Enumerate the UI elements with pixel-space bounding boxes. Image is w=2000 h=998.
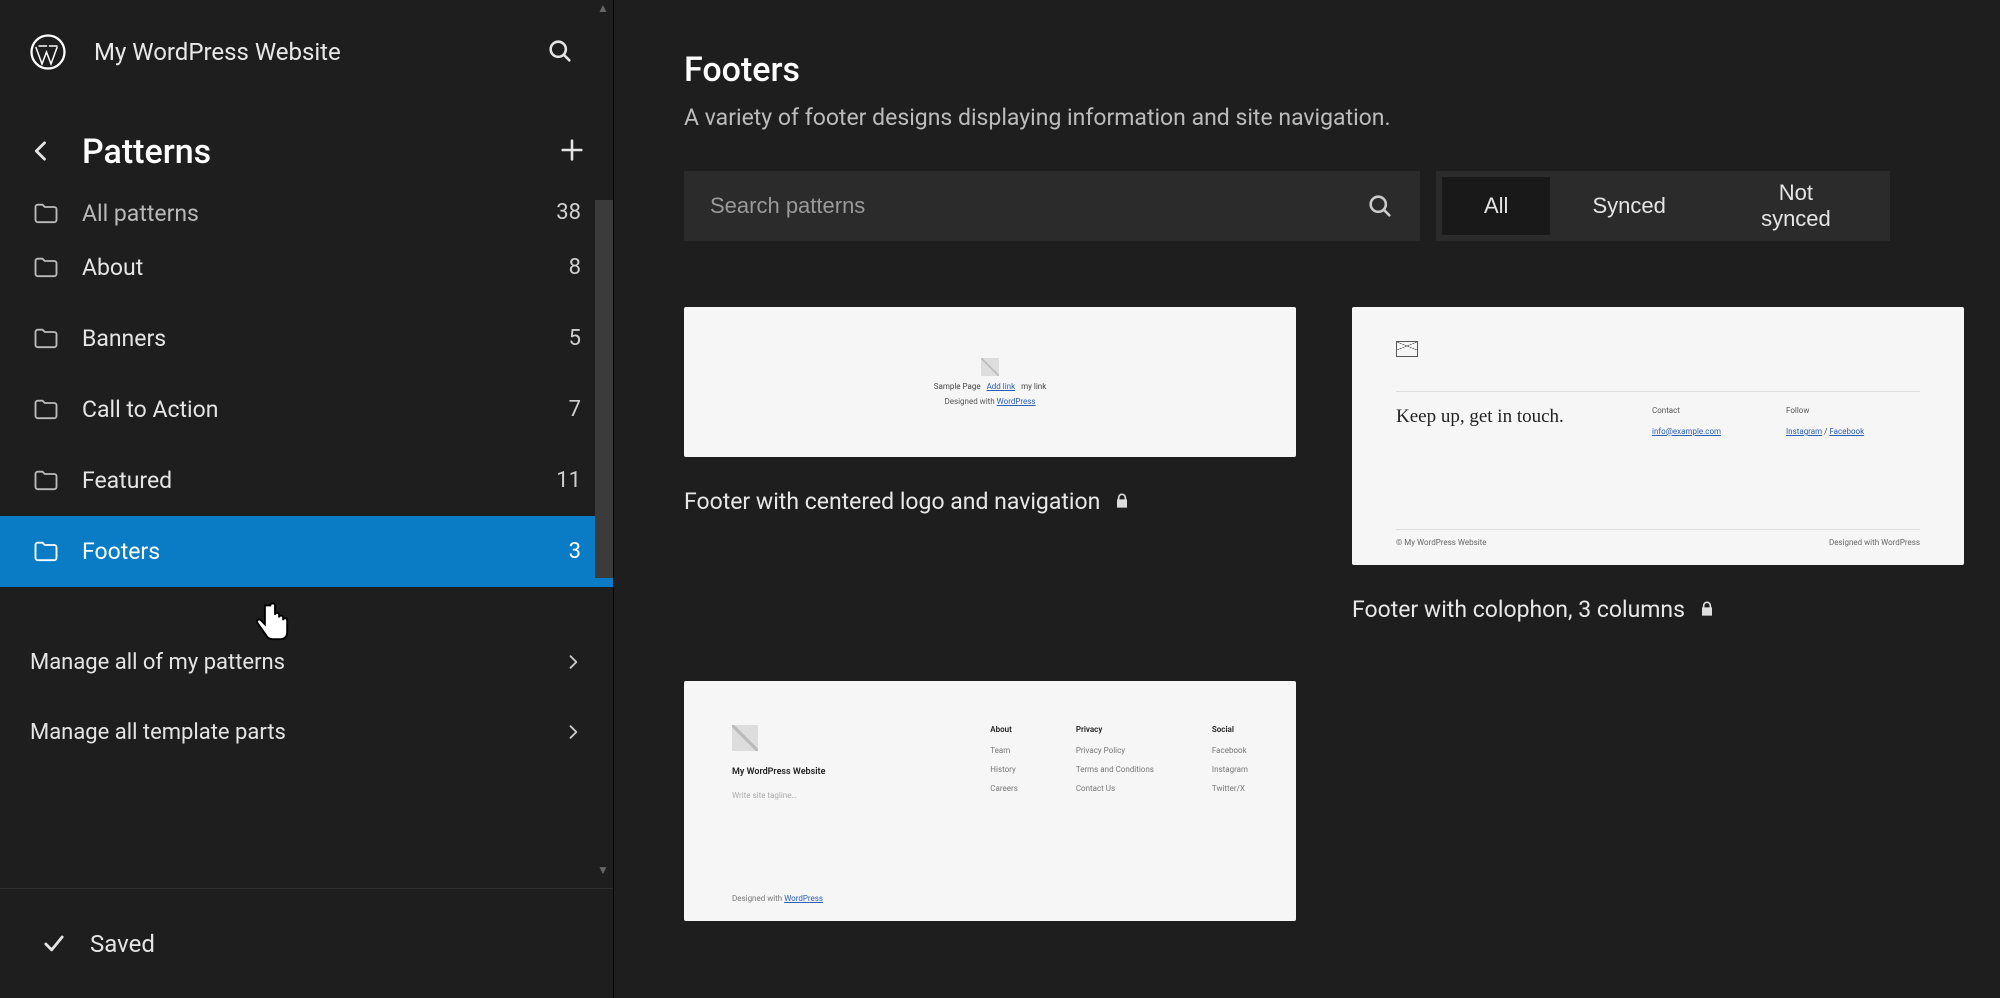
category-item-about[interactable]: About 8 bbox=[0, 232, 613, 303]
folder-icon bbox=[32, 467, 60, 495]
category-count: 8 bbox=[569, 255, 581, 280]
sidebar-section-title: Patterns bbox=[82, 132, 549, 172]
scroll-triangle-top-icon[interactable]: ▲ bbox=[594, 0, 612, 16]
category-label: Featured bbox=[82, 467, 556, 494]
pattern-actions-button[interactable] bbox=[1256, 481, 1296, 521]
lock-icon bbox=[1112, 491, 1132, 511]
category-item-banners[interactable]: Banners 5 bbox=[0, 303, 613, 374]
chevron-left-icon bbox=[27, 137, 55, 168]
category-list: All patterns 38 About 8 Banners 5 Call t… bbox=[0, 200, 613, 587]
search-input[interactable] bbox=[710, 193, 1366, 219]
page-title: Footers bbox=[684, 50, 1890, 90]
folder-icon bbox=[32, 325, 60, 353]
category-item-call-to-action[interactable]: Call to Action 7 bbox=[0, 374, 613, 445]
sidebar-section-header: Patterns bbox=[0, 104, 613, 200]
category-label: All patterns bbox=[82, 200, 556, 227]
wordpress-logo-icon[interactable] bbox=[30, 34, 66, 70]
manage-template-parts-link[interactable]: Manage all template parts bbox=[0, 697, 613, 767]
sync-filter: All Synced Not synced bbox=[1436, 171, 1890, 241]
toolbar: All Synced Not synced bbox=[684, 171, 1890, 241]
category-count: 7 bbox=[569, 397, 581, 422]
category-label: Footers bbox=[82, 538, 569, 565]
category-label: Banners bbox=[82, 325, 569, 352]
pattern-preview[interactable]: Keep up, get in touch. Contact info@exam… bbox=[1352, 307, 1964, 565]
category-count: 5 bbox=[569, 326, 581, 351]
search-patterns-field[interactable] bbox=[684, 171, 1420, 241]
lock-icon bbox=[1697, 599, 1717, 619]
preview-credit: Designed with WordPress bbox=[944, 397, 1035, 406]
site-title: My WordPress Website bbox=[94, 38, 537, 66]
pattern-card: Keep up, get in touch. Contact info@exam… bbox=[1352, 307, 1964, 629]
pattern-actions-button[interactable] bbox=[1924, 589, 1964, 629]
chevron-right-icon bbox=[563, 652, 583, 672]
manage-my-patterns-link[interactable]: Manage all of my patterns bbox=[0, 627, 613, 697]
add-pattern-button[interactable] bbox=[549, 129, 595, 175]
pattern-card: My WordPress Website Write site tagline…… bbox=[684, 681, 1296, 921]
pattern-preview[interactable]: My WordPress Website Write site tagline…… bbox=[684, 681, 1296, 921]
category-count: 3 bbox=[569, 539, 581, 564]
saved-status: Saved bbox=[0, 888, 613, 998]
preview-nav: Sample Page Add link my link bbox=[934, 382, 1047, 391]
plus-icon bbox=[558, 131, 586, 173]
filter-all-button[interactable]: All bbox=[1442, 177, 1550, 235]
pattern-title: Footer with centered logo and navigation bbox=[684, 488, 1100, 515]
category-item-footers[interactable]: Footers 3 bbox=[0, 516, 613, 587]
check-icon bbox=[40, 930, 68, 958]
preview-logo-icon bbox=[732, 725, 758, 751]
preview-logo-icon bbox=[981, 358, 999, 376]
folder-icon bbox=[32, 200, 60, 228]
chevron-right-icon bbox=[563, 722, 583, 742]
category-item-all-patterns[interactable]: All patterns 38 bbox=[0, 200, 613, 232]
search-icon bbox=[1366, 192, 1394, 220]
preview-headline: Keep up, get in touch. bbox=[1396, 406, 1652, 436]
category-count: 38 bbox=[556, 200, 581, 225]
category-item-featured[interactable]: Featured 11 bbox=[0, 445, 613, 516]
search-site-button[interactable] bbox=[537, 29, 583, 75]
scroll-triangle-bottom-icon[interactable]: ▼ bbox=[594, 862, 612, 878]
sidebar: ▲ My WordPress Website Patterns bbox=[0, 0, 614, 998]
page-description: A variety of footer designs displaying i… bbox=[684, 104, 1890, 131]
pattern-card: Sample Page Add link my link Designed wi… bbox=[684, 307, 1296, 521]
manage-link-label: Manage all of my patterns bbox=[30, 650, 285, 675]
category-count: 11 bbox=[556, 468, 581, 493]
manage-link-label: Manage all template parts bbox=[30, 720, 286, 745]
category-label: Call to Action bbox=[82, 396, 569, 423]
back-button[interactable] bbox=[18, 129, 64, 175]
filter-synced-button[interactable]: Synced bbox=[1550, 177, 1707, 235]
folder-icon bbox=[32, 396, 60, 424]
category-label: About bbox=[82, 254, 569, 281]
manage-links: Manage all of my patterns Manage all tem… bbox=[0, 587, 613, 767]
pattern-preview[interactable]: Sample Page Add link my link Designed wi… bbox=[684, 307, 1296, 457]
pattern-title: Footer with colophon, 3 columns bbox=[1352, 596, 1685, 623]
sidebar-header: My WordPress Website bbox=[0, 0, 613, 104]
folder-icon bbox=[32, 254, 60, 282]
filter-not-synced-button[interactable]: Not synced bbox=[1708, 177, 1884, 235]
saved-label: Saved bbox=[90, 930, 155, 958]
pattern-grid: Sample Page Add link my link Designed wi… bbox=[684, 307, 1890, 921]
main-content: Footers A variety of footer designs disp… bbox=[614, 0, 2000, 998]
scrollbar-track[interactable] bbox=[595, 200, 613, 578]
search-icon bbox=[546, 37, 574, 68]
envelope-icon bbox=[1396, 341, 1418, 357]
folder-icon bbox=[32, 538, 60, 566]
